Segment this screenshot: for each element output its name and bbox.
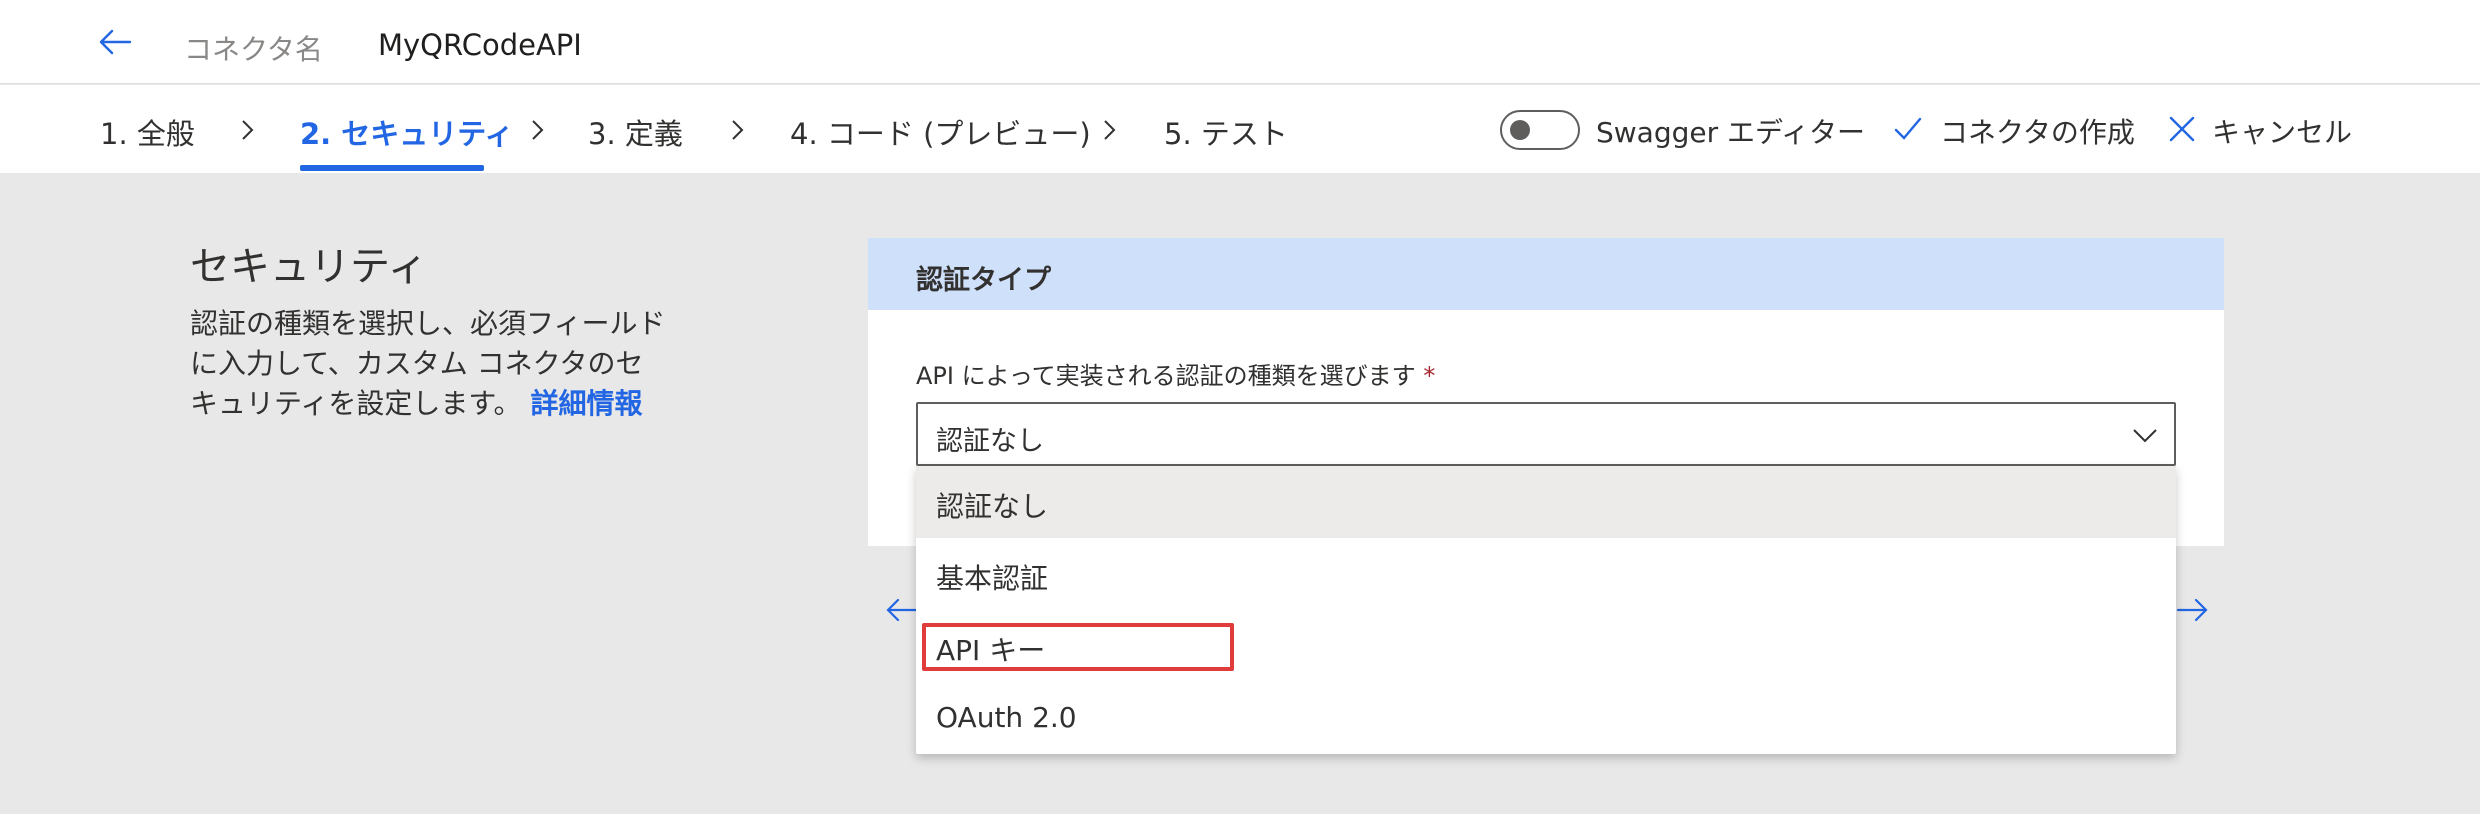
more-info-link[interactable]: 詳細情報 — [530, 387, 642, 420]
chevron-down-icon — [2133, 429, 2157, 443]
highlight-annotation-box — [922, 623, 1234, 671]
swagger-editor-label[interactable]: Swagger エディター — [1596, 111, 1865, 151]
step-definition[interactable]: 3. 定義 — [588, 111, 683, 153]
option-label: OAuth 2.0 — [936, 701, 1077, 734]
cancel-button[interactable]: キャンセル — [2212, 111, 2352, 151]
chevron-right-icon — [242, 120, 254, 140]
auth-type-label-text: API によって実装される認証の種類を選びます — [916, 362, 1416, 390]
step-security[interactable]: 2. セキュリティ — [300, 111, 514, 153]
arrow-left-icon[interactable] — [884, 592, 920, 628]
chevron-right-icon — [732, 120, 744, 140]
toggle-knob — [1510, 120, 1530, 140]
card-header: 認証タイプ — [868, 238, 2224, 310]
option-oauth2[interactable]: OAuth 2.0 — [916, 682, 2176, 754]
back-arrow-icon[interactable] — [96, 22, 136, 62]
card-header-title: 認証タイプ — [916, 265, 1051, 296]
step-general[interactable]: 1. 全般 — [100, 111, 195, 153]
option-label: 認証なし — [936, 490, 1049, 523]
chevron-right-icon — [1104, 120, 1116, 140]
step-test[interactable]: 5. テスト — [1164, 111, 1288, 153]
create-connector-button[interactable]: コネクタの作成 — [1940, 111, 2135, 151]
section-title: セキュリティ — [190, 244, 428, 290]
close-icon[interactable] — [2166, 113, 2198, 145]
step-code-preview[interactable]: 4. コード (プレビュー) — [790, 111, 1091, 153]
option-label: 基本認証 — [936, 562, 1049, 595]
top-header: コネクタ名 MyQRCodeAPI — [0, 0, 2480, 84]
auth-type-select[interactable]: 認証なし — [916, 402, 2176, 466]
auth-type-selected-value: 認証なし — [936, 426, 1044, 457]
connector-name-label: コネクタ名 — [184, 33, 323, 66]
auth-type-field-label: API によって実装される認証の種類を選びます * — [916, 356, 1435, 391]
chevron-right-icon — [532, 120, 544, 140]
connector-name-value[interactable]: MyQRCodeAPI — [378, 28, 582, 62]
option-no-auth[interactable]: 認証なし — [916, 466, 2176, 538]
active-step-indicator — [300, 165, 484, 171]
arrow-right-icon[interactable] — [2174, 592, 2210, 628]
swagger-editor-toggle[interactable] — [1500, 110, 1580, 150]
auth-type-dropdown-list: 認証なし 基本認証 API キー OAuth 2.0 — [916, 466, 2176, 754]
wizard-steps-bar: 1. 全般 2. セキュリティ 3. 定義 4. コード (プレビュー) 5. … — [0, 85, 2480, 173]
option-basic-auth[interactable]: 基本認証 — [916, 538, 2176, 610]
required-marker: * — [1423, 362, 1436, 390]
checkmark-icon[interactable] — [1892, 113, 1924, 145]
section-description: 認証の種類を選択し、必須フィールドに入力して、カスタム コネクタのセキュリティを… — [190, 304, 670, 424]
